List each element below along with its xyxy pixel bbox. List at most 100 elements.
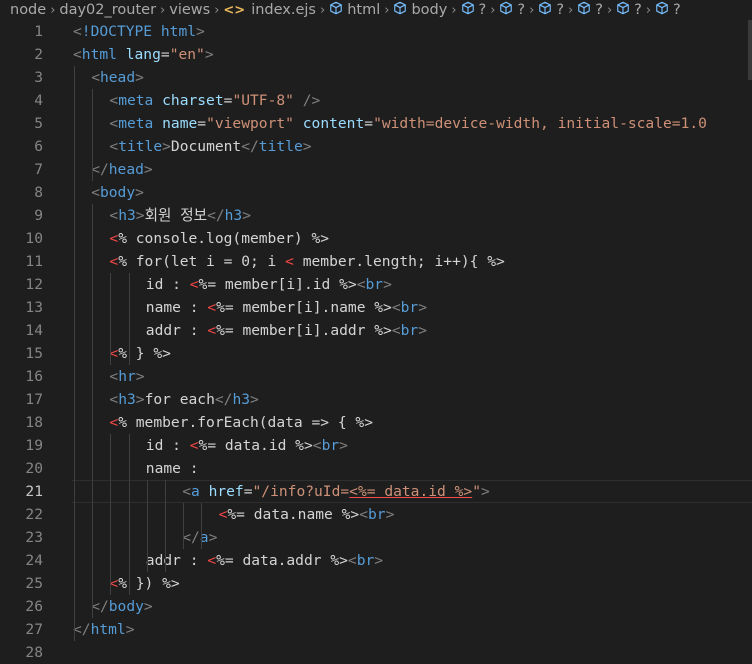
code-token: < — [91, 184, 100, 201]
code-line[interactable]: 19 id : <%= data.id %><br> — [0, 434, 752, 457]
code-line[interactable]: 8 <body> — [0, 181, 752, 204]
line-number: 23 — [25, 529, 43, 546]
breadcrumb-item[interactable]: ? — [461, 1, 486, 19]
code-line[interactable]: 22 <%= data.name %><br> — [0, 503, 752, 526]
code-token: %= member[i].name %> — [216, 299, 392, 316]
code-line[interactable]: 13 name : <%= member[i].name %><br> — [0, 296, 752, 319]
code-line[interactable]: 11 <% for(let i = 0; i < member.length; i… — [0, 250, 752, 273]
line-number: 24 — [25, 552, 43, 569]
code-token: > — [383, 276, 392, 293]
breadcrumb-item[interactable]: <> index.ejs — [223, 2, 316, 18]
code-line[interactable]: 6 <title>Document</title> — [0, 135, 752, 158]
code-line[interactable]: 12 id : <%= member[i].id %><br> — [0, 273, 752, 296]
line-number: 18 — [25, 414, 43, 431]
code-line[interactable]: 25 <% }) %> — [0, 572, 752, 595]
symbol-cube-icon — [499, 1, 513, 19]
code-token: > — [418, 299, 428, 316]
code-text: id : <%= data.id %><br> — [146, 434, 348, 457]
code-line[interactable]: 4 <meta charset="UTF-8" /> — [0, 89, 752, 112]
indent-guide — [110, 273, 112, 365]
code-token: br — [400, 299, 419, 316]
code-token: br — [356, 552, 375, 569]
scrollbar-track[interactable] — [748, 20, 752, 80]
code-token: < — [189, 276, 199, 293]
code-line[interactable]: 26 </body> — [0, 595, 752, 618]
code-line[interactable]: 21 <a href="/info?uId=<%= data.id %>"> — [0, 480, 752, 503]
code-text: <meta charset="UTF-8" /> — [109, 89, 320, 112]
code-token: head — [99, 69, 136, 86]
breadcrumb-item[interactable]: views — [169, 2, 210, 18]
code-text: <html lang="en"> — [73, 43, 214, 66]
code-line[interactable]: 27 </html> — [0, 618, 752, 641]
code-token: < — [189, 437, 199, 454]
code-token: < — [359, 506, 368, 523]
breadcrumb-item[interactable]: body — [393, 1, 447, 19]
code-token: < — [207, 552, 217, 569]
code-line[interactable]: 5 <meta name="viewport" content="width=de… — [0, 112, 752, 135]
code-line[interactable]: 24 addr : <%= data.addr %><br> — [0, 549, 752, 572]
code-token: < — [109, 230, 119, 247]
breadcrumb-item[interactable]: ? — [577, 1, 603, 19]
code-token: html — [90, 621, 126, 638]
code-line[interactable]: 10 <% console.log(member) %> — [0, 227, 752, 250]
breadcrumb-item[interactable]: ? — [616, 1, 642, 19]
code-token: body — [99, 184, 136, 201]
code-line[interactable]: 1 <!DOCTYPE html> — [0, 20, 752, 43]
code-token: > — [374, 552, 384, 569]
code-token: % console.log(member) %> — [118, 230, 330, 247]
breadcrumb-item[interactable]: day02_router — [59, 2, 156, 18]
code-line[interactable]: 2 <html lang="en"> — [0, 43, 752, 66]
code-text: <a href="/info?uId=<%= data.id %>"> — [182, 480, 490, 503]
code-line[interactable]: 9 <h3>회원 정보</h3> — [0, 204, 752, 227]
symbol-cube-icon — [538, 1, 552, 19]
code-token: > — [480, 483, 490, 500]
code-line[interactable]: 3 <head> — [0, 66, 752, 89]
breadcrumb-item[interactable]: ? — [499, 1, 525, 19]
code-text: </head> — [91, 158, 153, 181]
breadcrumb-item[interactable]: ? — [655, 1, 681, 19]
code-token: meta — [118, 92, 163, 109]
code-token: addr : — [145, 322, 208, 339]
breadcrumb-item[interactable]: node — [10, 2, 46, 18]
breadcrumb-item[interactable]: html — [329, 1, 380, 19]
line-number: 4 — [34, 92, 43, 109]
code-line[interactable]: 20 name : — [0, 457, 752, 480]
code-token: 회원 정보 — [144, 207, 208, 224]
code-token: href — [208, 483, 244, 500]
code-token: = — [160, 46, 170, 63]
line-number: 19 — [25, 437, 43, 454]
code-token: a — [190, 483, 209, 500]
indent-guide — [92, 204, 94, 618]
code-line[interactable]: 17 <h3>for each</h3> — [0, 388, 752, 411]
chevron-right-icon: › — [384, 2, 390, 18]
code-text: addr : <%= data.addr %><br> — [146, 549, 383, 572]
code-token: > — [143, 161, 153, 178]
code-line[interactable]: 7 </head> — [0, 158, 752, 181]
code-token: < — [109, 391, 119, 408]
code-token: > — [135, 391, 145, 408]
code-token: h3 — [118, 207, 136, 224]
code-line[interactable]: 18 <% member.forEach(data => { %> — [0, 411, 752, 434]
code-token: > — [302, 138, 312, 155]
breadcrumb-item[interactable]: ? — [538, 1, 564, 19]
code-line[interactable]: 15 <% } %> — [0, 342, 752, 365]
line-number: 10 — [25, 230, 43, 247]
code-token: > — [135, 207, 145, 224]
code-token: < — [347, 552, 357, 569]
code-token: </ — [207, 207, 225, 224]
line-number: 8 — [34, 184, 43, 201]
code-editor[interactable]: 1 <!DOCTYPE html> 2 <html lang="en"> 3 <head>… — [0, 20, 752, 662]
code-line[interactable]: 23 </a> — [0, 526, 752, 549]
symbol-cube-icon — [329, 1, 343, 19]
code-token: < — [207, 299, 217, 316]
code-text: <% for(let i = 0; i < member.length; i++… — [109, 250, 504, 273]
code-token: </ — [241, 138, 259, 155]
code-line[interactable]: 28 — [0, 641, 752, 664]
code-line[interactable]: 14 addr : <%= member[i].addr %><br> — [0, 319, 752, 342]
code-token: br — [400, 322, 419, 339]
code-line[interactable]: 16 <hr> — [0, 365, 752, 388]
code-token: head — [108, 161, 144, 178]
code-text: <% console.log(member) %> — [109, 227, 329, 250]
